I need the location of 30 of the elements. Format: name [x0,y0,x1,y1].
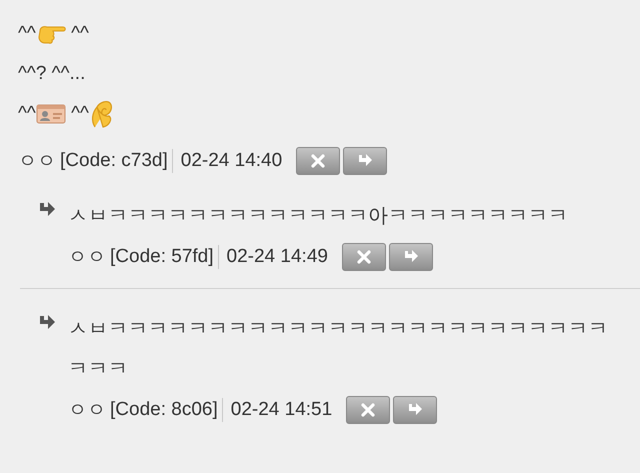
close-icon [310,153,326,169]
close-icon [360,402,376,418]
timestamp: 02-24 14:49 [226,246,328,268]
comment-text: ^^? ^^... [18,63,86,85]
author-name: ㅇㅇ [68,246,106,270]
id-card-icon [36,102,66,126]
reply-arrow-icon [38,202,56,218]
reply-text: ㅅㅂㅋㅋㅋㅋㅋㅋㅋㅋㅋㅋㅋㅋㅋ아ㅋㅋㅋㅋㅋㅋㅋㅋㅋ [68,204,569,229]
close-icon [356,249,372,265]
comment-text: ^^ [70,103,89,125]
timestamp: 02-24 14:40 [180,150,282,172]
reply-arrow-icon [406,402,424,418]
reply-arrow-icon [38,315,56,331]
delete-button[interactable] [342,243,386,271]
author-name: ㅇㅇ [68,399,106,423]
delete-button[interactable] [296,147,340,175]
reply-button[interactable] [388,243,433,271]
comment-text: ^^ [70,23,89,45]
delete-button[interactable] [346,396,390,424]
reply-arrow-icon [356,153,374,169]
author-name: ㅇㅇ [18,150,56,174]
user-code: [Code: 8c06] [110,399,218,421]
user-code: [Code: 57fd] [110,246,214,268]
reply-text: ㅅㅂㅋㅋㅋㅋㅋㅋㅋㅋㅋㅋㅋㅋㅋㅋㅋㅋㅋㅋㅋㅋㅋㅋㅋㅋㅋㅋㅋㅋ [68,317,609,382]
user-code: [Code: c73d] [60,150,168,172]
reply-button[interactable] [393,396,438,424]
reply-button[interactable] [343,147,388,175]
comment-text: ^^ [18,103,36,125]
comment-text: ^^ [18,23,36,45]
timestamp: 02-24 14:51 [230,399,332,421]
